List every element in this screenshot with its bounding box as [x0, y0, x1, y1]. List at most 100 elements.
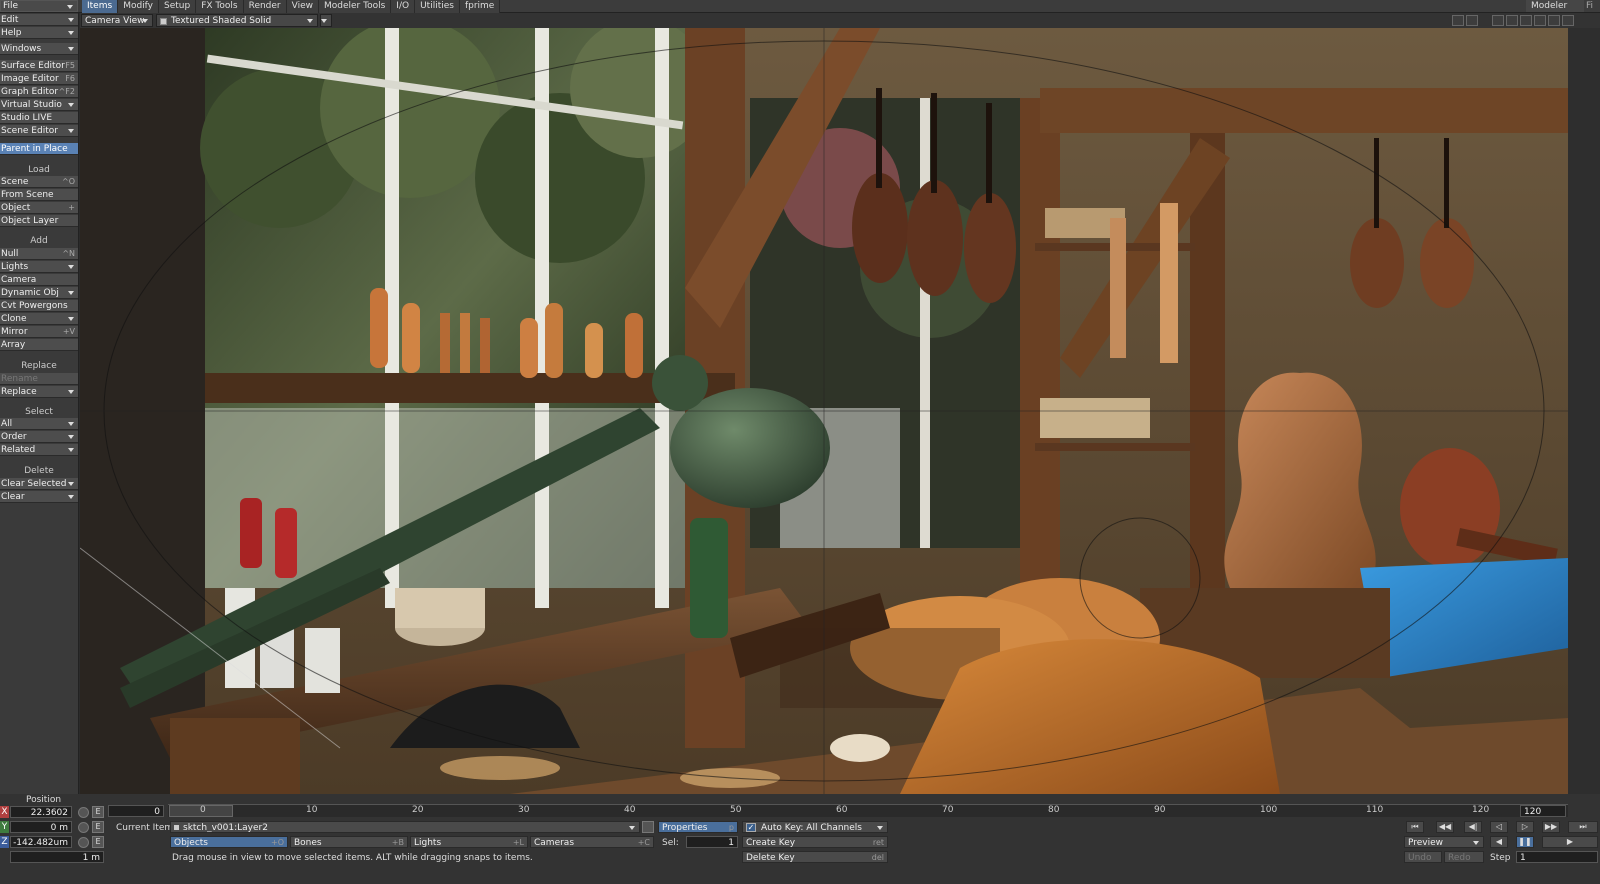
z-envelope-button[interactable]: E	[92, 836, 104, 848]
tab-utilities[interactable]: Utilities	[415, 0, 460, 13]
load-object-button[interactable]: Object +	[0, 202, 78, 214]
viewport-options-dropdown[interactable]	[320, 14, 332, 27]
next-key-icon[interactable]: ▶▶	[1542, 821, 1560, 833]
y-reset-icon[interactable]	[78, 822, 89, 833]
windows-menu[interactable]: Windows	[0, 43, 78, 55]
shading-icon	[160, 18, 167, 25]
cameras-shortcut: +C	[637, 838, 650, 847]
load-object-layer-button[interactable]: Object Layer	[0, 215, 78, 227]
help-menu[interactable]: Help	[0, 27, 78, 39]
scene-editor-menu[interactable]: Scene Editor	[0, 125, 78, 137]
select-related-menu[interactable]: Related	[0, 444, 78, 456]
file-menu[interactable]: File	[0, 0, 78, 12]
render-mode-select[interactable]: Textured Shaded Solid	[156, 14, 318, 27]
tab-fx-tools[interactable]: FX Tools	[196, 0, 244, 13]
studio-live-button[interactable]: Studio LIVE	[0, 112, 78, 124]
load-scene-button[interactable]: Scene ^O	[0, 176, 78, 188]
first-frame-icon[interactable]: ⏮	[1406, 821, 1424, 833]
pan-view-icon[interactable]	[1520, 15, 1532, 26]
step-forward-small-icon[interactable]: ▶	[1542, 836, 1598, 848]
virtual-studio-menu[interactable]: Virtual Studio	[0, 99, 78, 111]
position-x-field[interactable]: 22.3602 mm	[10, 806, 72, 830]
position-z-field[interactable]: -142.482um	[10, 836, 72, 848]
chevron-down-icon	[67, 5, 73, 9]
cvt-powergons-label: Cvt Powergons	[1, 301, 68, 311]
redo-button[interactable]: Redo	[1444, 851, 1484, 863]
tab-io[interactable]: I/O	[391, 0, 416, 13]
view-mode-select[interactable]: Camera View	[81, 14, 153, 27]
objects-item-button[interactable]: Objects +O	[170, 836, 288, 848]
y-envelope-button[interactable]: E	[92, 821, 104, 833]
tab-render[interactable]: Render	[243, 0, 287, 13]
tab-setup[interactable]: Setup	[159, 0, 197, 13]
checkbox-checked-icon: ✓	[746, 823, 756, 832]
tab-items[interactable]: Items	[82, 0, 119, 13]
fit-view-icon[interactable]	[1548, 15, 1560, 26]
x-reset-icon[interactable]	[78, 807, 89, 818]
cameras-item-button[interactable]: Cameras +C	[530, 836, 654, 848]
preview-menu[interactable]: Preview	[1404, 836, 1484, 848]
step-back-small-icon[interactable]: ◀	[1490, 836, 1508, 848]
undo-button[interactable]: Undo	[1404, 851, 1442, 863]
rotate-view-icon[interactable]	[1506, 15, 1518, 26]
step-field[interactable]: 1	[1516, 851, 1598, 863]
delete-key-button[interactable]: Delete Key del	[742, 851, 888, 863]
timeline-start-field[interactable]: 0	[108, 805, 164, 817]
clone-menu[interactable]: Clone	[0, 313, 78, 325]
properties-button[interactable]: Properties p	[658, 821, 738, 833]
tab-modify[interactable]: Modify	[118, 0, 160, 13]
replace-menu[interactable]: Replace	[0, 386, 78, 398]
surface-editor-button[interactable]: Surface Editor F5	[0, 60, 78, 72]
timeline-end-field[interactable]: 120	[1520, 805, 1566, 817]
timeline-tick: 60	[836, 805, 848, 815]
add-camera-button[interactable]: Camera	[0, 274, 78, 286]
clear-menu[interactable]: Clear	[0, 491, 78, 503]
zoom-view-icon[interactable]	[1534, 15, 1546, 26]
x-envelope-button[interactable]: E	[92, 806, 104, 818]
graph-editor-button[interactable]: Graph Editor ^F2	[0, 86, 78, 98]
select-related-label: Related	[1, 445, 36, 455]
timeline-slider[interactable]: 0 10 20 30 40 50 60 70 80 90 100 110 120	[168, 804, 1568, 817]
cvt-powergons-button[interactable]: Cvt Powergons	[0, 300, 78, 312]
image-editor-button[interactable]: Image Editor F6	[0, 73, 78, 85]
viewport-maximize-icon[interactable]	[1466, 15, 1478, 26]
prev-key-icon[interactable]: ◀◀	[1436, 821, 1454, 833]
last-frame-icon[interactable]: ⏭	[1568, 821, 1598, 833]
item-list-icon[interactable]	[642, 821, 654, 833]
pause-icon[interactable]: ❚❚	[1516, 836, 1534, 848]
clear-selected-menu[interactable]: Clear Selected	[0, 478, 78, 490]
position-y-field[interactable]: 0 m	[10, 821, 72, 833]
camera-view-icon[interactable]	[1562, 15, 1574, 26]
rename-button[interactable]: Rename	[0, 373, 78, 385]
parent-in-place-toggle[interactable]: Parent in Place	[0, 143, 78, 155]
lights-item-button[interactable]: Lights +L	[410, 836, 528, 848]
tab-view[interactable]: View	[286, 0, 319, 13]
array-button[interactable]: Array	[0, 339, 78, 351]
move-view-icon[interactable]	[1492, 15, 1504, 26]
camera-viewport[interactable]	[80, 28, 1568, 794]
select-order-menu[interactable]: Order	[0, 431, 78, 443]
add-camera-label: Camera	[1, 275, 37, 285]
tab-fprime[interactable]: fprime	[459, 0, 501, 13]
edit-menu[interactable]: Edit	[0, 14, 78, 26]
select-all-menu[interactable]: All	[0, 418, 78, 430]
play-back-icon[interactable]: ◁	[1490, 821, 1508, 833]
bones-item-button[interactable]: Bones +B	[290, 836, 408, 848]
load-from-scene-button[interactable]: From Scene	[0, 189, 78, 201]
add-dynamic-obj-menu[interactable]: Dynamic Obj	[0, 287, 78, 299]
viewport-layout-icon[interactable]	[1452, 15, 1464, 26]
modeler-switch-button[interactable]: Modeler	[1526, 0, 1584, 12]
mirror-button[interactable]: Mirror +V	[0, 326, 78, 338]
z-reset-icon[interactable]	[78, 837, 89, 848]
create-key-button[interactable]: Create Key ret	[742, 836, 888, 848]
current-item-select[interactable]: sktch_v001:Layer2	[170, 821, 640, 833]
auto-key-toggle[interactable]: ✓ Auto Key: All Channels	[742, 821, 888, 833]
properties-shortcut: p	[728, 823, 734, 832]
grid-size-field[interactable]: 1 m	[10, 851, 104, 863]
z-axis-label: Z	[0, 836, 9, 848]
tab-modeler-tools[interactable]: Modeler Tools	[319, 0, 392, 13]
add-null-button[interactable]: Null ^N	[0, 248, 78, 260]
play-forward-icon[interactable]: ▷	[1516, 821, 1534, 833]
step-back-icon[interactable]: ◀|	[1464, 821, 1482, 833]
add-lights-menu[interactable]: Lights	[0, 261, 78, 273]
